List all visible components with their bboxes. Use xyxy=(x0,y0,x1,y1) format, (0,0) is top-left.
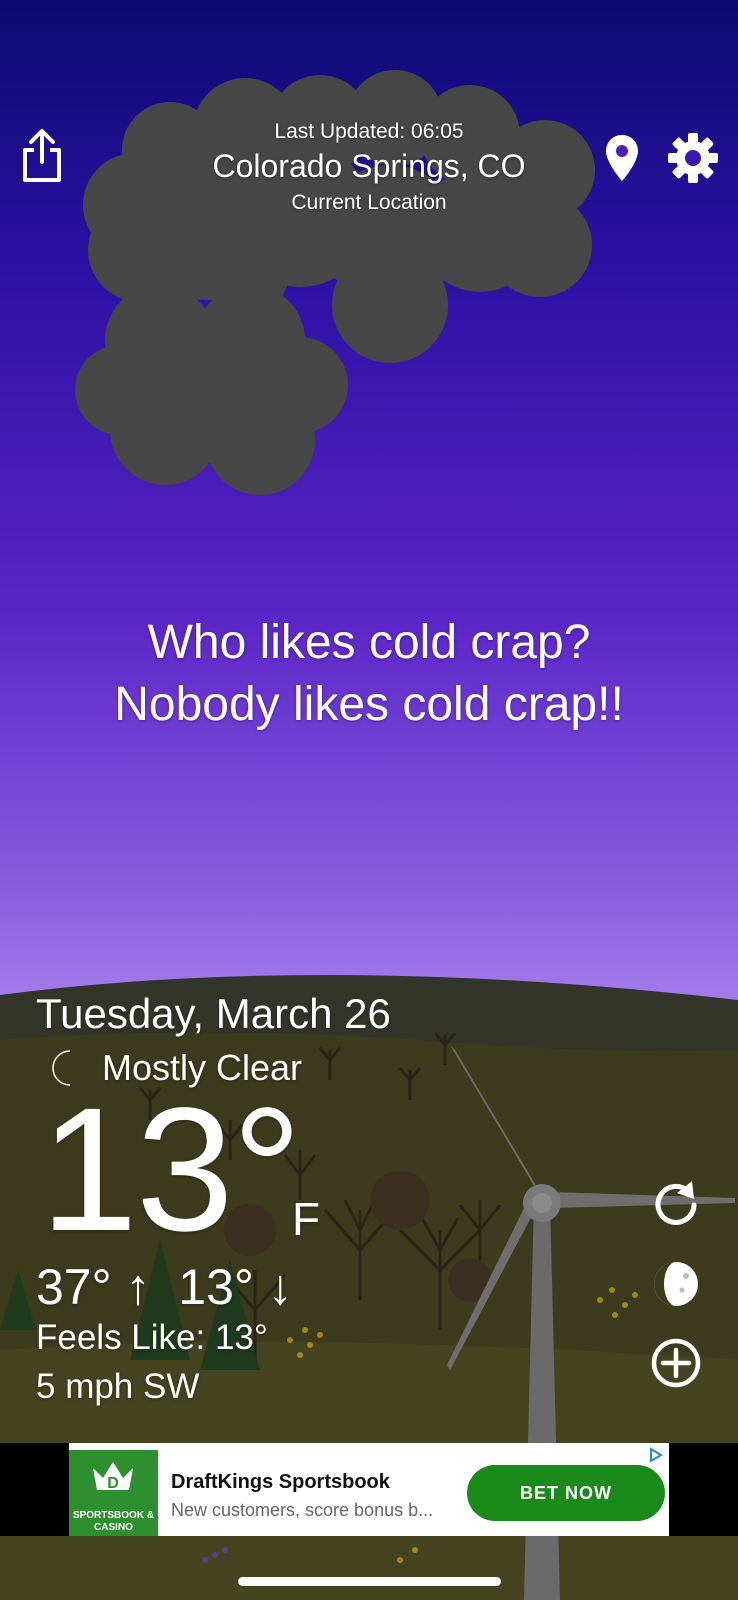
feels-like-label: Feels Like: 13° xyxy=(36,1318,268,1357)
add-icon xyxy=(651,1338,701,1388)
wind-label: 5 mph SW xyxy=(36,1367,200,1406)
ad-description: New customers, score bonus b... xyxy=(171,1500,434,1520)
crown-icon: D xyxy=(93,1462,133,1492)
temperature-unit[interactable]: F xyxy=(292,1192,320,1246)
date-label: Tuesday, March 26 xyxy=(36,990,391,1037)
weather-quote: Who likes cold crap? Nobody likes cold c… xyxy=(40,612,698,736)
add-location-button[interactable] xyxy=(648,1335,704,1391)
svg-text:D: D xyxy=(107,1475,119,1492)
refresh-button[interactable] xyxy=(648,1177,704,1233)
background-scene xyxy=(0,70,738,1600)
ad-logo-text: SPORTSBOOK & CASINO xyxy=(72,1510,155,1533)
gear-icon xyxy=(668,133,718,183)
refresh-icon xyxy=(655,1181,697,1225)
current-temperature: 13° xyxy=(40,1072,302,1268)
ad-logo: D SPORTSBOOK & CASINO xyxy=(69,1450,158,1536)
ad-title: DraftKings Sportsbook xyxy=(171,1471,390,1493)
high-low-temperature: 37° ↑ 13° ↓ xyxy=(36,1259,293,1315)
home-indicator[interactable] xyxy=(238,1577,501,1586)
location-button[interactable] xyxy=(596,130,648,186)
moon-phase-icon xyxy=(654,1262,698,1306)
settings-button[interactable] xyxy=(667,130,719,186)
quote-line-2: Nobody likes cold crap!! xyxy=(114,678,624,731)
map-pin-icon xyxy=(606,135,638,181)
quote-line-1: Who likes cold crap? xyxy=(147,616,591,669)
ad-cta-button[interactable]: BET NOW xyxy=(467,1465,665,1521)
weather-app: Last Updated: 06:05 Colorado Springs, CO… xyxy=(0,0,738,1600)
ad-banner[interactable]: D SPORTSBOOK & CASINO DraftKings Sportsb… xyxy=(69,1443,669,1536)
location-subtitle: Current Location xyxy=(291,191,447,214)
ad-choices-icon[interactable] xyxy=(647,1447,665,1463)
moon-phase-button[interactable] xyxy=(648,1256,704,1312)
